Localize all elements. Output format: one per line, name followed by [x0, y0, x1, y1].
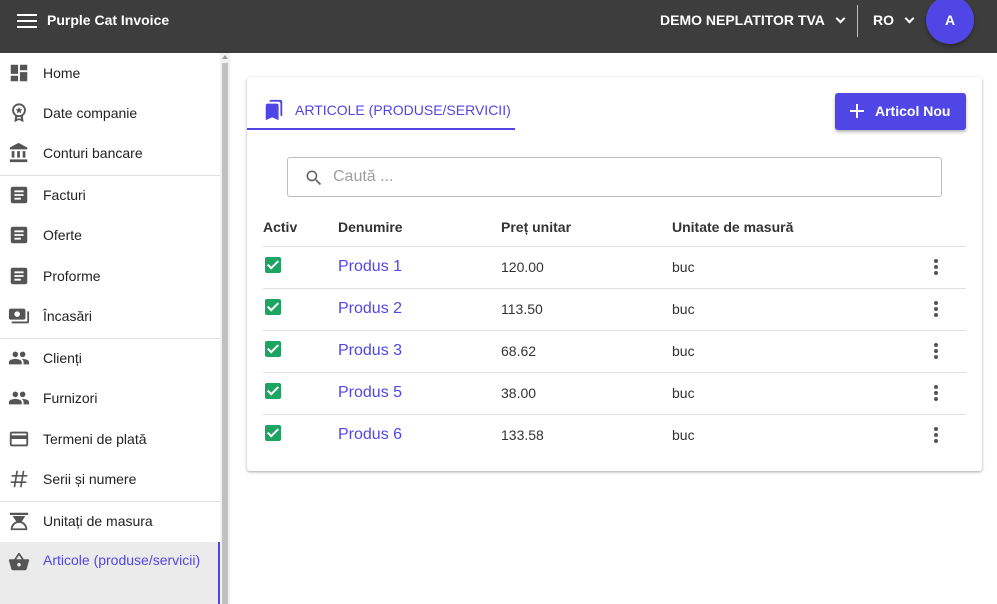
menu-icon[interactable]: [17, 14, 37, 30]
more-vert-icon[interactable]: [931, 343, 941, 361]
more-vert-icon[interactable]: [931, 301, 941, 319]
sidebar-item-label: Oferte: [43, 227, 82, 243]
sidebar-item-termeni-de-plata[interactable]: Termeni de plată: [0, 419, 220, 459]
column-header-denumire: Denumire: [338, 219, 403, 235]
money-icon: [8, 308, 30, 324]
more-vert-icon[interactable]: [931, 427, 941, 445]
bookmarks-icon: [265, 99, 283, 121]
sidebar-item-label: Clienți: [43, 350, 82, 366]
scrollbar-thumb[interactable]: [222, 63, 228, 604]
hash-icon: [10, 470, 28, 488]
sidebar-item-label: Facturi: [43, 187, 86, 203]
add-article-label: Articol Nou: [875, 103, 951, 119]
scroll-up-arrow-icon[interactable]: [222, 55, 228, 59]
articles-card: ARTICOLE (PRODUSE/SERVICII) Articol Nou …: [247, 77, 982, 471]
sidebar-item-label: Termeni de plată: [43, 431, 147, 447]
top-app-bar: Purple Cat Invoice DEMO NEPLATITOR TVA R…: [0, 0, 997, 53]
more-vert-icon[interactable]: [931, 385, 941, 403]
tab-articole[interactable]: ARTICOLE (PRODUSE/SERVICII): [247, 93, 515, 130]
sidebar-item-label: Conturi bancare: [43, 145, 143, 161]
sidebar-item-label: Încasări: [43, 308, 93, 324]
sidebar-item-conturi-bancare[interactable]: Conturi bancare: [0, 133, 220, 173]
chevron-down-icon: [904, 13, 915, 23]
sidebar-item-incasari[interactable]: Încasări: [0, 296, 220, 336]
unit-of-measure: buc: [672, 301, 695, 317]
product-name-link[interactable]: Produs 1: [338, 258, 402, 276]
add-article-button[interactable]: Articol Nou: [835, 93, 966, 130]
bank-icon: [9, 142, 28, 163]
column-header-activ: Activ: [263, 219, 298, 235]
avatar[interactable]: A: [926, 0, 974, 44]
sidebar-item-proforme[interactable]: Proforme: [0, 256, 220, 296]
sidebar-item-facturi[interactable]: Facturi: [0, 175, 220, 215]
unit-price: 113.50: [501, 301, 543, 317]
sidebar-item-oferte[interactable]: Oferte: [0, 215, 220, 255]
table-row: Produs 2 113.50 buc: [263, 288, 966, 330]
badge-icon: [12, 103, 26, 123]
sidebar-item-articole[interactable]: Articole (produse/servicii): [0, 542, 220, 604]
app-title: Purple Cat Invoice: [47, 12, 170, 28]
sidebar-item-label: Furnizori: [43, 390, 98, 406]
table-row: Produs 5 38.00 buc: [263, 372, 966, 414]
product-name-link[interactable]: Produs 3: [338, 342, 402, 360]
sidebar-item-label: Date companie: [43, 105, 138, 121]
unit-of-measure: buc: [672, 343, 695, 359]
unit-of-measure: buc: [672, 427, 695, 443]
search-field: [287, 157, 942, 197]
sidebar-item-label: Serii și numere: [43, 471, 137, 487]
sidebar-item-label: Proforme: [43, 268, 101, 284]
people-icon: [8, 351, 30, 365]
active-checkbox[interactable]: [265, 425, 281, 441]
company-name: DEMO NEPLATITOR TVA: [660, 12, 825, 28]
sidebar-item-clienti[interactable]: Clienți: [0, 338, 220, 378]
chevron-down-icon: [835, 13, 846, 23]
active-checkbox[interactable]: [265, 341, 281, 357]
unit-price: 38.00: [501, 385, 537, 401]
sidebar: Home Date companie Conturi bancare Factu…: [0, 53, 230, 604]
column-header-pret-unitar: Preț unitar: [501, 219, 572, 235]
table-row: Produs 6 133.58 buc: [263, 414, 966, 456]
credit-card-icon: [9, 431, 29, 447]
more-vert-icon[interactable]: [931, 259, 941, 277]
active-checkbox[interactable]: [265, 299, 281, 315]
sidebar-item-date-companie[interactable]: Date companie: [0, 93, 220, 133]
people-icon: [8, 391, 30, 405]
table-row: Produs 1 120.00 buc: [263, 246, 966, 288]
document-icon: [10, 267, 28, 285]
sidebar-item-label: Home: [43, 65, 81, 81]
document-icon: [10, 186, 28, 204]
plus-icon: [850, 104, 864, 118]
sidebar-item-unitati-de-masura[interactable]: Unitați de masura: [0, 501, 220, 541]
sidebar-item-furnizori[interactable]: Furnizori: [0, 378, 220, 418]
divider: [857, 5, 858, 37]
unit-price: 120.00: [501, 259, 544, 275]
sidebar-item-label: Unitați de masura: [43, 513, 153, 529]
column-header-unitate: Unitate de masură: [672, 219, 794, 235]
scale-icon: [9, 512, 29, 531]
active-checkbox[interactable]: [265, 257, 281, 273]
unit-price: 133.58: [501, 427, 544, 443]
active-checkbox[interactable]: [265, 383, 281, 399]
company-selector[interactable]: DEMO NEPLATITOR TVA: [660, 12, 846, 28]
sidebar-item-label: Articole (produse/servicii): [43, 552, 201, 568]
sidebar-item-serii-si-numere[interactable]: Serii și numere: [0, 459, 220, 499]
document-icon: [10, 226, 28, 244]
product-name-link[interactable]: Produs 2: [338, 300, 402, 318]
dashboard-icon: [10, 64, 28, 82]
search-input[interactable]: [333, 166, 923, 188]
sidebar-item-home[interactable]: Home: [0, 53, 220, 93]
unit-of-measure: buc: [672, 385, 695, 401]
product-name-link[interactable]: Produs 5: [338, 384, 402, 402]
basket-icon: [8, 552, 30, 571]
sidebar-scrollbar[interactable]: [220, 53, 230, 604]
unit-of-measure: buc: [672, 259, 695, 275]
tab-label: ARTICOLE (PRODUSE/SERVICII): [295, 102, 511, 118]
product-name-link[interactable]: Produs 6: [338, 426, 402, 444]
table-row: Produs 3 68.62 buc: [263, 330, 966, 372]
language-selector[interactable]: RO: [873, 12, 915, 28]
language-code: RO: [873, 12, 894, 28]
search-icon: [306, 170, 322, 186]
unit-price: 68.62: [501, 343, 537, 359]
